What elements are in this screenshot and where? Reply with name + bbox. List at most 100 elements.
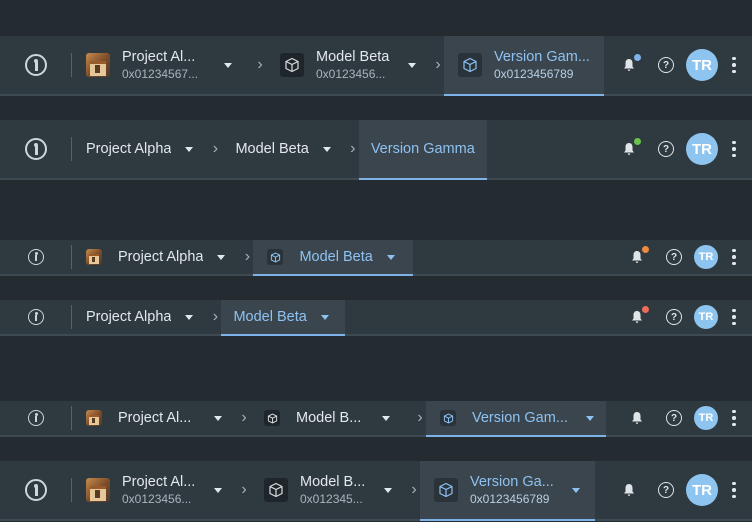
bell-icon[interactable] <box>622 54 641 72</box>
bell-icon[interactable] <box>630 411 644 425</box>
crumb-id: 0x0123456789 <box>470 492 550 506</box>
chevron-down-icon[interactable] <box>214 415 222 421</box>
breadcrumb-project[interactable]: Project Al... 0x01234567... <box>72 36 248 94</box>
breadcrumb-project[interactable]: Project Al... <box>72 401 232 435</box>
info-logo-icon <box>25 479 47 501</box>
chevron-down-icon[interactable] <box>214 487 222 493</box>
avatar[interactable]: TR <box>694 406 718 430</box>
info-logo-icon <box>28 249 44 265</box>
more-menu-icon[interactable] <box>732 248 736 266</box>
help-icon[interactable]: ? <box>658 57 674 73</box>
breadcrumb-model[interactable]: Model Beta <box>253 240 414 276</box>
app-logo-button[interactable] <box>0 36 72 94</box>
breadcrumb-project[interactable]: Project Alpha <box>72 300 203 334</box>
chevron-right-icon: › <box>435 56 441 73</box>
chevron-down-icon[interactable] <box>320 314 329 320</box>
crumb-id: 0x0123456789 <box>494 67 574 81</box>
breadcrumb: Project Al... › Model B... › Version Gam… <box>72 401 606 437</box>
chevron-down-icon[interactable] <box>382 415 390 421</box>
breadcrumb-project[interactable]: Project Alpha <box>72 120 203 178</box>
bell-icon[interactable] <box>622 483 636 497</box>
breadcrumb-bar-compact-icons: Project Alpha › Model Beta ? TR <box>0 240 752 276</box>
avatar[interactable]: TR <box>686 49 718 81</box>
more-menu-icon[interactable] <box>732 56 736 74</box>
chevron-down-icon[interactable] <box>572 487 580 493</box>
chevron-right-icon: › <box>212 140 219 157</box>
app-logo-button[interactable] <box>0 461 72 519</box>
notification-dot <box>642 246 649 253</box>
notification-dot <box>634 138 641 145</box>
chevron-down-icon[interactable] <box>386 254 395 260</box>
breadcrumb-bar-compact-text: Project Alpha › Model Beta ? TR <box>0 300 752 336</box>
more-menu-icon[interactable] <box>732 409 736 427</box>
more-menu-icon[interactable] <box>732 481 736 499</box>
chevron-right-icon: › <box>241 481 247 498</box>
bell-icon[interactable] <box>622 138 641 156</box>
help-icon[interactable]: ? <box>666 410 682 426</box>
crumb-title: Model Beta <box>299 249 373 265</box>
bell-icon[interactable] <box>630 306 649 324</box>
crumb-title: Project Al... <box>122 49 196 65</box>
crumb-title: Version Ga... <box>470 474 554 490</box>
breadcrumb: Project Alpha › Model Beta <box>72 300 346 336</box>
breadcrumb-model[interactable]: Model Beta <box>221 300 346 336</box>
breadcrumb-bar-large: Project Al... 0x01234567... › Model Beta… <box>0 36 752 96</box>
app-logo-button[interactable] <box>0 240 72 274</box>
chevron-down-icon[interactable] <box>185 314 194 320</box>
avatar[interactable]: TR <box>686 474 718 506</box>
breadcrumb-version[interactable]: Version Gamma <box>358 120 487 180</box>
chevron-down-icon[interactable] <box>586 415 594 421</box>
breadcrumb-bar-compact-overflow: Project Al... › Model B... › Version Gam… <box>0 401 752 437</box>
more-menu-icon[interactable] <box>732 308 736 326</box>
project-thumbnail <box>86 410 102 426</box>
chevron-down-icon[interactable] <box>224 62 232 68</box>
bell-icon[interactable] <box>630 246 649 264</box>
project-thumbnail <box>86 53 110 77</box>
avatar[interactable]: TR <box>694 245 718 269</box>
info-logo-icon <box>25 138 47 160</box>
cube-icon <box>458 53 482 77</box>
cube-icon <box>434 478 458 502</box>
info-logo-icon <box>28 309 44 325</box>
breadcrumb-project[interactable]: Project Alpha <box>72 240 235 274</box>
breadcrumb-version[interactable]: Version Gam... 0x0123456789 <box>444 36 604 96</box>
breadcrumb-version[interactable]: Version Gam... <box>426 401 606 437</box>
avatar[interactable]: TR <box>694 305 718 329</box>
breadcrumb-version[interactable]: Version Ga... 0x0123456789 <box>420 461 595 521</box>
chevron-down-icon[interactable] <box>322 146 331 152</box>
crumb-title: Model B... <box>300 474 366 490</box>
help-icon[interactable]: ? <box>658 482 674 498</box>
breadcrumb-model[interactable]: Model Beta <box>221 120 340 178</box>
chevron-down-icon[interactable] <box>384 487 392 493</box>
crumb-title: Model Beta <box>235 141 309 157</box>
cube-icon <box>440 410 456 426</box>
help-icon[interactable]: ? <box>666 249 682 265</box>
more-menu-icon[interactable] <box>732 140 736 158</box>
project-thumbnail <box>86 249 102 265</box>
crumb-title: Model Beta <box>316 49 390 65</box>
crumb-title: Model Beta <box>233 309 307 325</box>
breadcrumb-bar-large-overflow: Project Al... 0x0123456... › Model B... … <box>0 461 752 521</box>
chevron-down-icon[interactable] <box>217 254 226 260</box>
breadcrumb-model[interactable]: Model B... 0x012345... <box>250 461 402 519</box>
help-icon[interactable]: ? <box>666 309 682 325</box>
breadcrumb: Project Alpha › Model Beta <box>72 240 414 276</box>
app-logo-button[interactable] <box>0 300 72 334</box>
notification-dot <box>634 54 641 61</box>
app-logo-button[interactable] <box>0 120 72 178</box>
chevron-down-icon[interactable] <box>185 146 194 152</box>
avatar[interactable]: TR <box>686 133 718 165</box>
help-icon[interactable]: ? <box>658 141 674 157</box>
crumb-title: Project Al... <box>118 410 192 426</box>
breadcrumb: Project Al... 0x01234567... › Model Beta… <box>72 36 604 96</box>
breadcrumb-project[interactable]: Project Al... 0x0123456... <box>72 461 232 519</box>
crumb-id: 0x01234567... <box>122 67 199 81</box>
chevron-right-icon: › <box>244 248 251 265</box>
crumb-title: Project Alpha <box>86 141 172 157</box>
chevron-right-icon: › <box>257 56 263 73</box>
crumb-title: Version Gam... <box>494 49 590 65</box>
breadcrumb-model[interactable]: Model B... <box>250 401 408 435</box>
chevron-down-icon[interactable] <box>408 62 416 68</box>
breadcrumb-model[interactable]: Model Beta 0x0123456... <box>266 36 426 94</box>
app-logo-button[interactable] <box>0 401 72 435</box>
